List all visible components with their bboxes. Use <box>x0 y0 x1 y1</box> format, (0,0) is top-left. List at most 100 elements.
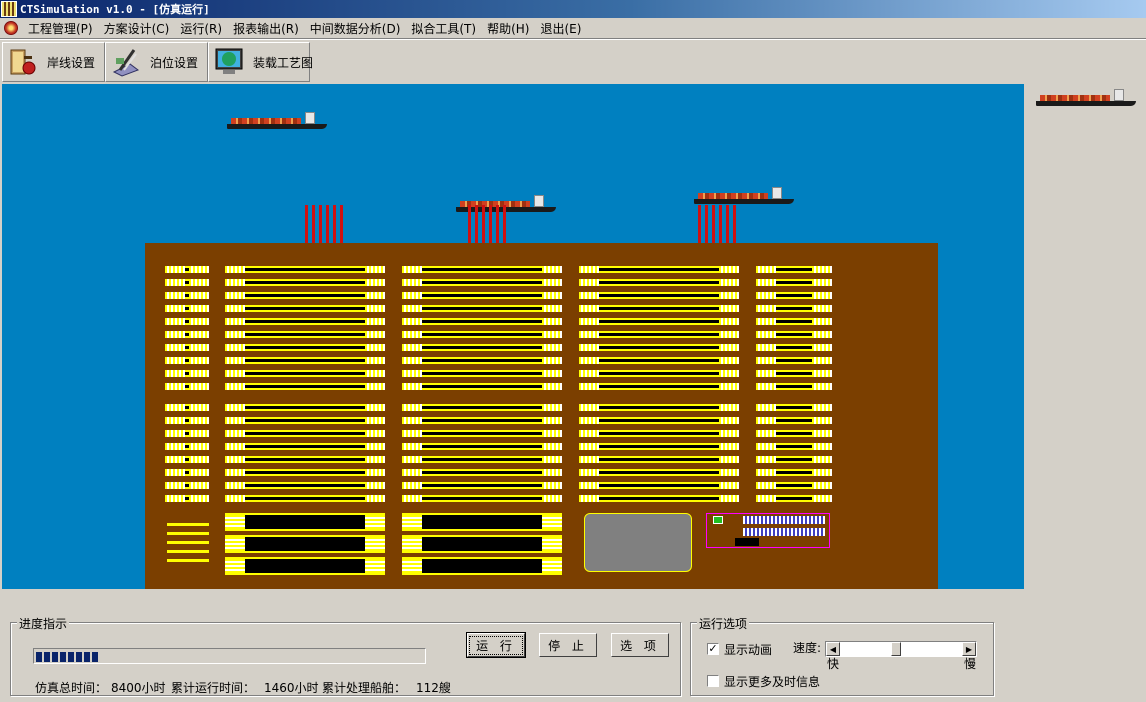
yard-lane <box>402 331 562 338</box>
yard-lane <box>402 482 562 489</box>
waiting-ship <box>1036 89 1136 106</box>
yard-block <box>402 535 562 553</box>
check-mark-icon: ✓ <box>708 642 718 655</box>
yard-lane <box>165 417 209 424</box>
speed-fast-label: 快 <box>827 657 840 671</box>
yard-lane <box>225 469 385 476</box>
yard-lane <box>165 305 209 312</box>
simulation-canvas[interactable] <box>2 84 1024 589</box>
speed-slider[interactable]: ◀ ▶ <box>825 641 977 657</box>
yard-lane <box>225 344 385 351</box>
yard-lane <box>402 318 562 325</box>
slider-left-arrow-icon[interactable]: ◀ <box>826 642 840 656</box>
stop-button[interactable]: 停 止 <box>539 633 597 657</box>
berth-settings-button[interactable]: 泊位设置 <box>105 42 208 82</box>
menu-run[interactable]: 运行(R) <box>176 20 229 37</box>
progress-segment <box>84 652 90 662</box>
menu-report[interactable]: 报表输出(R) <box>229 20 306 37</box>
yard-lane <box>756 292 832 299</box>
yard-lane <box>225 443 385 450</box>
truck-lane <box>167 541 209 544</box>
monitor-globe-icon <box>213 46 245 78</box>
menu-divider <box>0 38 1146 40</box>
yard-lane <box>225 370 385 377</box>
yard-lane <box>165 279 209 286</box>
yard-lane <box>225 482 385 489</box>
yard-lane <box>225 331 385 338</box>
yard-lane <box>225 456 385 463</box>
slider-right-arrow-icon[interactable]: ▶ <box>962 642 976 656</box>
yard-lane <box>225 404 385 411</box>
more-info-checkbox[interactable] <box>707 675 719 687</box>
truck-lane <box>167 559 209 562</box>
yard-lane <box>402 443 562 450</box>
yard-lane <box>579 430 739 437</box>
yard-lane <box>579 469 739 476</box>
yard-block <box>402 557 562 575</box>
yard-lane <box>756 383 832 390</box>
yard-lane <box>402 404 562 411</box>
progress-panel: 进度指示 运 行 停 止 选 项 仿真总时间： 8400小时 累计运行时间： 1… <box>10 615 681 696</box>
yard-lane <box>165 357 209 364</box>
yard-lane <box>579 318 739 325</box>
yard-lane <box>402 430 562 437</box>
yard-lane <box>756 443 832 450</box>
yard-lane <box>225 266 385 273</box>
shoreline-icon <box>7 46 39 78</box>
elapsed-time-label: 累计运行时间： <box>171 681 256 695</box>
yard-lane <box>225 279 385 286</box>
yard-lane <box>225 318 385 325</box>
progress-segment <box>52 652 58 662</box>
menu-fit-tools[interactable]: 拟合工具(T) <box>407 20 483 37</box>
show-animation-checkbox[interactable]: ✓ <box>707 643 719 655</box>
yard-lane <box>225 417 385 424</box>
yard-lane <box>579 331 739 338</box>
yard-block <box>225 535 385 553</box>
yard-lane <box>402 417 562 424</box>
yard-lane <box>225 383 385 390</box>
loading-process-button[interactable]: 装载工艺图 <box>208 42 314 82</box>
loading-process-label: 装载工艺图 <box>253 55 314 70</box>
yard-lane <box>402 469 562 476</box>
yard-block <box>225 513 385 531</box>
gate-parking-area <box>584 513 692 572</box>
container-yard <box>145 243 938 589</box>
yard-lane <box>756 344 832 351</box>
yard-lane <box>402 383 562 390</box>
yard-lane <box>579 417 739 424</box>
menu-design[interactable]: 方案设计(C) <box>100 20 177 37</box>
yard-lane <box>756 417 832 424</box>
total-time-label: 仿真总时间： <box>35 681 108 695</box>
menu-help[interactable]: 帮助(H) <box>483 20 536 37</box>
shoreline-settings-button[interactable]: 岸线设置 <box>2 42 105 82</box>
yard-lane <box>756 469 832 476</box>
progress-segment <box>60 652 66 662</box>
yard-lane <box>579 482 739 489</box>
progress-legend: 进度指示 <box>17 615 70 632</box>
menu-project[interactable]: 工程管理(P) <box>24 20 100 37</box>
yard-lane <box>165 430 209 437</box>
options-button[interactable]: 选 项 <box>611 633 669 657</box>
yard-lane <box>165 404 209 411</box>
truck-lane <box>167 523 209 526</box>
elapsed-time-value: 1460小时 <box>264 681 319 695</box>
yard-lane <box>402 305 562 312</box>
yard-lane <box>756 482 832 489</box>
yard-lane <box>165 331 209 338</box>
speed-slider-thumb[interactable] <box>891 642 901 656</box>
truck-lane <box>167 532 209 535</box>
run-options-legend: 运行选项 <box>697 615 750 632</box>
progress-fill <box>36 651 100 662</box>
menu-exit[interactable]: 退出(E) <box>536 20 588 37</box>
pen-chart-icon <box>110 46 142 78</box>
gate-area <box>706 513 830 548</box>
progress-segment <box>44 652 50 662</box>
document-icon[interactable] <box>4 21 18 35</box>
window-title: CTSimulation v1.0 - [仿真运行] <box>20 3 210 16</box>
menu-data-analysis[interactable]: 中间数据分析(D) <box>306 20 408 37</box>
progress-segment <box>68 652 74 662</box>
run-button[interactable]: 运 行 <box>466 632 526 658</box>
yard-lane <box>756 279 832 286</box>
speed-slow-label: 慢 <box>964 657 977 671</box>
yard-lane <box>402 344 562 351</box>
